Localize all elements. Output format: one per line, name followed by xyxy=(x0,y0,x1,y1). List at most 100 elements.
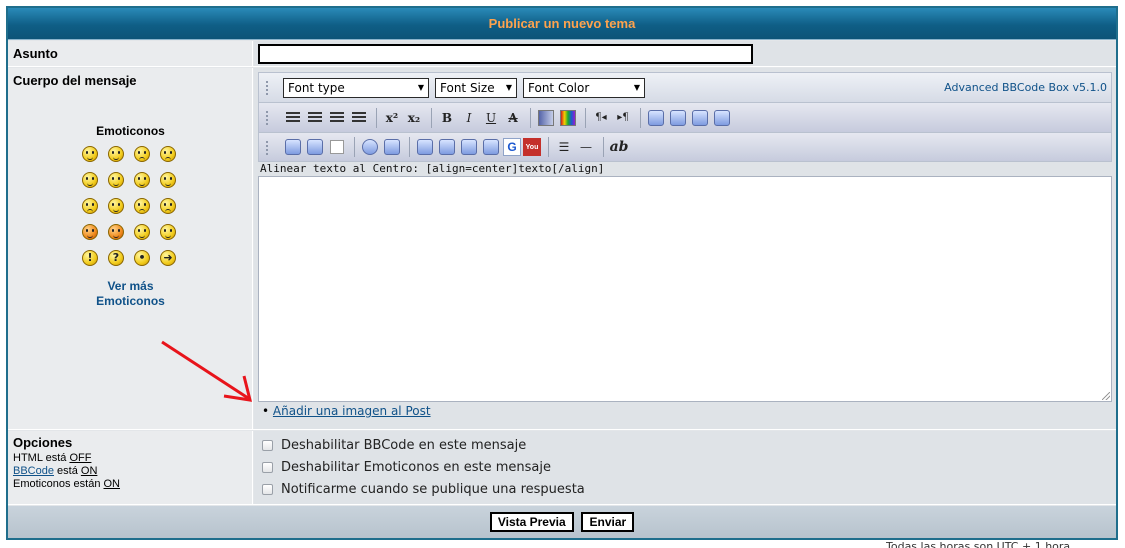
subject-input[interactable] xyxy=(258,44,753,64)
align-center-icon xyxy=(330,112,344,123)
font-type-select[interactable]: Font type ▼ xyxy=(283,77,429,98)
upload-file-button[interactable] xyxy=(690,108,710,128)
sound-button[interactable] xyxy=(481,137,501,157)
mad-icon[interactable] xyxy=(82,198,98,214)
subject-label: Asunto xyxy=(13,46,58,61)
arrow-icon[interactable]: ➜ xyxy=(160,250,176,266)
evil-icon[interactable] xyxy=(82,224,98,240)
emoticons-grid: ! ? • ➜ xyxy=(82,146,190,266)
disable-bbcode-checkbox[interactable] xyxy=(262,440,273,451)
embarrassed-icon[interactable] xyxy=(134,198,150,214)
question-icon[interactable]: ? xyxy=(108,250,124,266)
align-center-button[interactable] xyxy=(327,108,347,128)
add-image-link[interactable]: Añadir una imagen al Post xyxy=(273,404,431,418)
upload-image-button[interactable] xyxy=(668,108,688,128)
google-video-button[interactable]: G xyxy=(503,138,521,156)
list-button[interactable]: ☰ xyxy=(554,137,574,157)
add-image-line: • Añadir una imagen al Post xyxy=(262,404,431,418)
idea-icon[interactable]: • xyxy=(134,250,150,266)
gradient-icon xyxy=(538,109,554,126)
rolling-eyes-icon[interactable] xyxy=(134,224,150,240)
cool-icon[interactable] xyxy=(134,172,150,188)
post-form-panel: Publicar un nuevo tema Asunto Cuerpo del… xyxy=(6,6,1118,540)
bbcode-help-link[interactable]: BBCode xyxy=(13,465,54,477)
confused-icon[interactable] xyxy=(108,172,124,188)
notify-reply-option[interactable]: Notificarme cuando se publique una respu… xyxy=(262,482,585,497)
submit-button[interactable]: Enviar xyxy=(581,512,635,532)
video-camera-icon xyxy=(461,139,477,155)
panel-title: Publicar un nuevo tema xyxy=(8,8,1116,40)
underline-button[interactable]: U xyxy=(481,108,501,128)
more-emoticons-link[interactable]: Ver más Emoticonos xyxy=(8,279,253,309)
toolbar-grip-icon[interactable] xyxy=(266,111,268,125)
toolbar-grip-icon[interactable] xyxy=(266,81,268,95)
toolbar-grip-icon[interactable] xyxy=(266,141,268,155)
crying-icon[interactable] xyxy=(160,198,176,214)
spellcheck-button[interactable]: ab xyxy=(609,137,629,157)
code-button[interactable] xyxy=(305,137,325,157)
email-icon xyxy=(384,139,400,155)
horizontal-rule-button[interactable]: — xyxy=(576,137,596,157)
image-button[interactable] xyxy=(415,137,435,157)
message-textarea[interactable] xyxy=(258,176,1112,402)
superscript-button[interactable]: x² xyxy=(382,108,402,128)
gradient-button[interactable] xyxy=(536,108,556,128)
laughing-icon[interactable] xyxy=(160,172,176,188)
rainbow-button[interactable] xyxy=(558,108,578,128)
align-justify-icon xyxy=(286,112,300,123)
web-link-button[interactable] xyxy=(360,137,380,157)
chevron-down-icon: ▼ xyxy=(505,83,512,92)
box-icon xyxy=(330,140,344,154)
subscript-button[interactable]: x₂ xyxy=(404,108,424,128)
spoiler-icon xyxy=(285,139,301,155)
box-button[interactable] xyxy=(327,137,347,157)
align-right-icon xyxy=(308,112,322,123)
exclamation-icon[interactable]: ! xyxy=(82,250,98,266)
options-status: HTML está OFF BBCode está ON Emoticonos … xyxy=(13,452,120,490)
emoticons-title: Emoticonos xyxy=(96,124,165,138)
upload-attach-button[interactable] xyxy=(712,108,732,128)
razz-icon[interactable] xyxy=(108,198,124,214)
align-right-button[interactable] xyxy=(305,108,325,128)
bbcode-editor: Font type ▼ Font Size ▼ Font Color ▼ Advanc… xyxy=(258,72,1112,424)
email-button[interactable] xyxy=(382,137,402,157)
upload-button[interactable] xyxy=(646,108,666,128)
ltr-button[interactable]: ¶◂ xyxy=(591,108,611,128)
toolbar-row-insert: G You ☰ — ab xyxy=(258,132,1112,162)
toolbar-row-fonts: Font type ▼ Font Size ▼ Font Color ▼ Advanc… xyxy=(258,72,1112,102)
speaker-icon xyxy=(483,139,499,155)
flash-button[interactable] xyxy=(437,137,457,157)
disable-bbcode-option[interactable]: Deshabilitar BBCode en este mensaje xyxy=(262,438,526,453)
italic-button[interactable]: I xyxy=(459,108,479,128)
resize-handle-icon[interactable] xyxy=(1102,392,1110,400)
shocked-icon[interactable] xyxy=(82,172,98,188)
font-color-select[interactable]: Font Color ▼ xyxy=(523,77,645,98)
html-status: OFF xyxy=(69,452,92,464)
disable-emoticons-checkbox[interactable] xyxy=(262,462,273,473)
notify-reply-checkbox[interactable] xyxy=(262,484,273,495)
toolbar-row-format: x² x₂ B I U A ¶◂ ▸¶ xyxy=(258,102,1112,132)
align-left-button[interactable] xyxy=(349,108,369,128)
surprised-icon[interactable] xyxy=(160,146,176,162)
video-button[interactable] xyxy=(459,137,479,157)
preview-button[interactable]: Vista Previa xyxy=(489,512,574,532)
twisted-evil-icon[interactable] xyxy=(108,224,124,240)
timezone-footer: Todas las horas son UTC + 1 hora xyxy=(886,540,1071,548)
strikethrough-button[interactable]: A xyxy=(503,108,523,128)
sad-icon[interactable] xyxy=(134,146,150,162)
rainbow-icon xyxy=(560,109,576,126)
bold-button[interactable]: B xyxy=(437,108,457,128)
disable-emoticons-option[interactable]: Deshabilitar Emoticonos en este mensaje xyxy=(262,460,551,475)
rtl-button[interactable]: ▸¶ xyxy=(613,108,633,128)
subject-row: Asunto xyxy=(8,41,1116,67)
upload-image-icon xyxy=(670,109,686,126)
youtube-button[interactable]: You xyxy=(523,138,541,156)
font-size-select[interactable]: Font Size ▼ xyxy=(435,77,517,98)
very-happy-icon[interactable] xyxy=(82,146,98,162)
wink-icon[interactable] xyxy=(160,224,176,240)
align-justify-button[interactable] xyxy=(283,108,303,128)
spoiler-button[interactable] xyxy=(283,137,303,157)
smile-icon[interactable] xyxy=(108,146,124,162)
bbcode-box-version: Advanced BBCode Box v5.1.0 xyxy=(944,81,1107,94)
image-icon xyxy=(417,139,433,155)
